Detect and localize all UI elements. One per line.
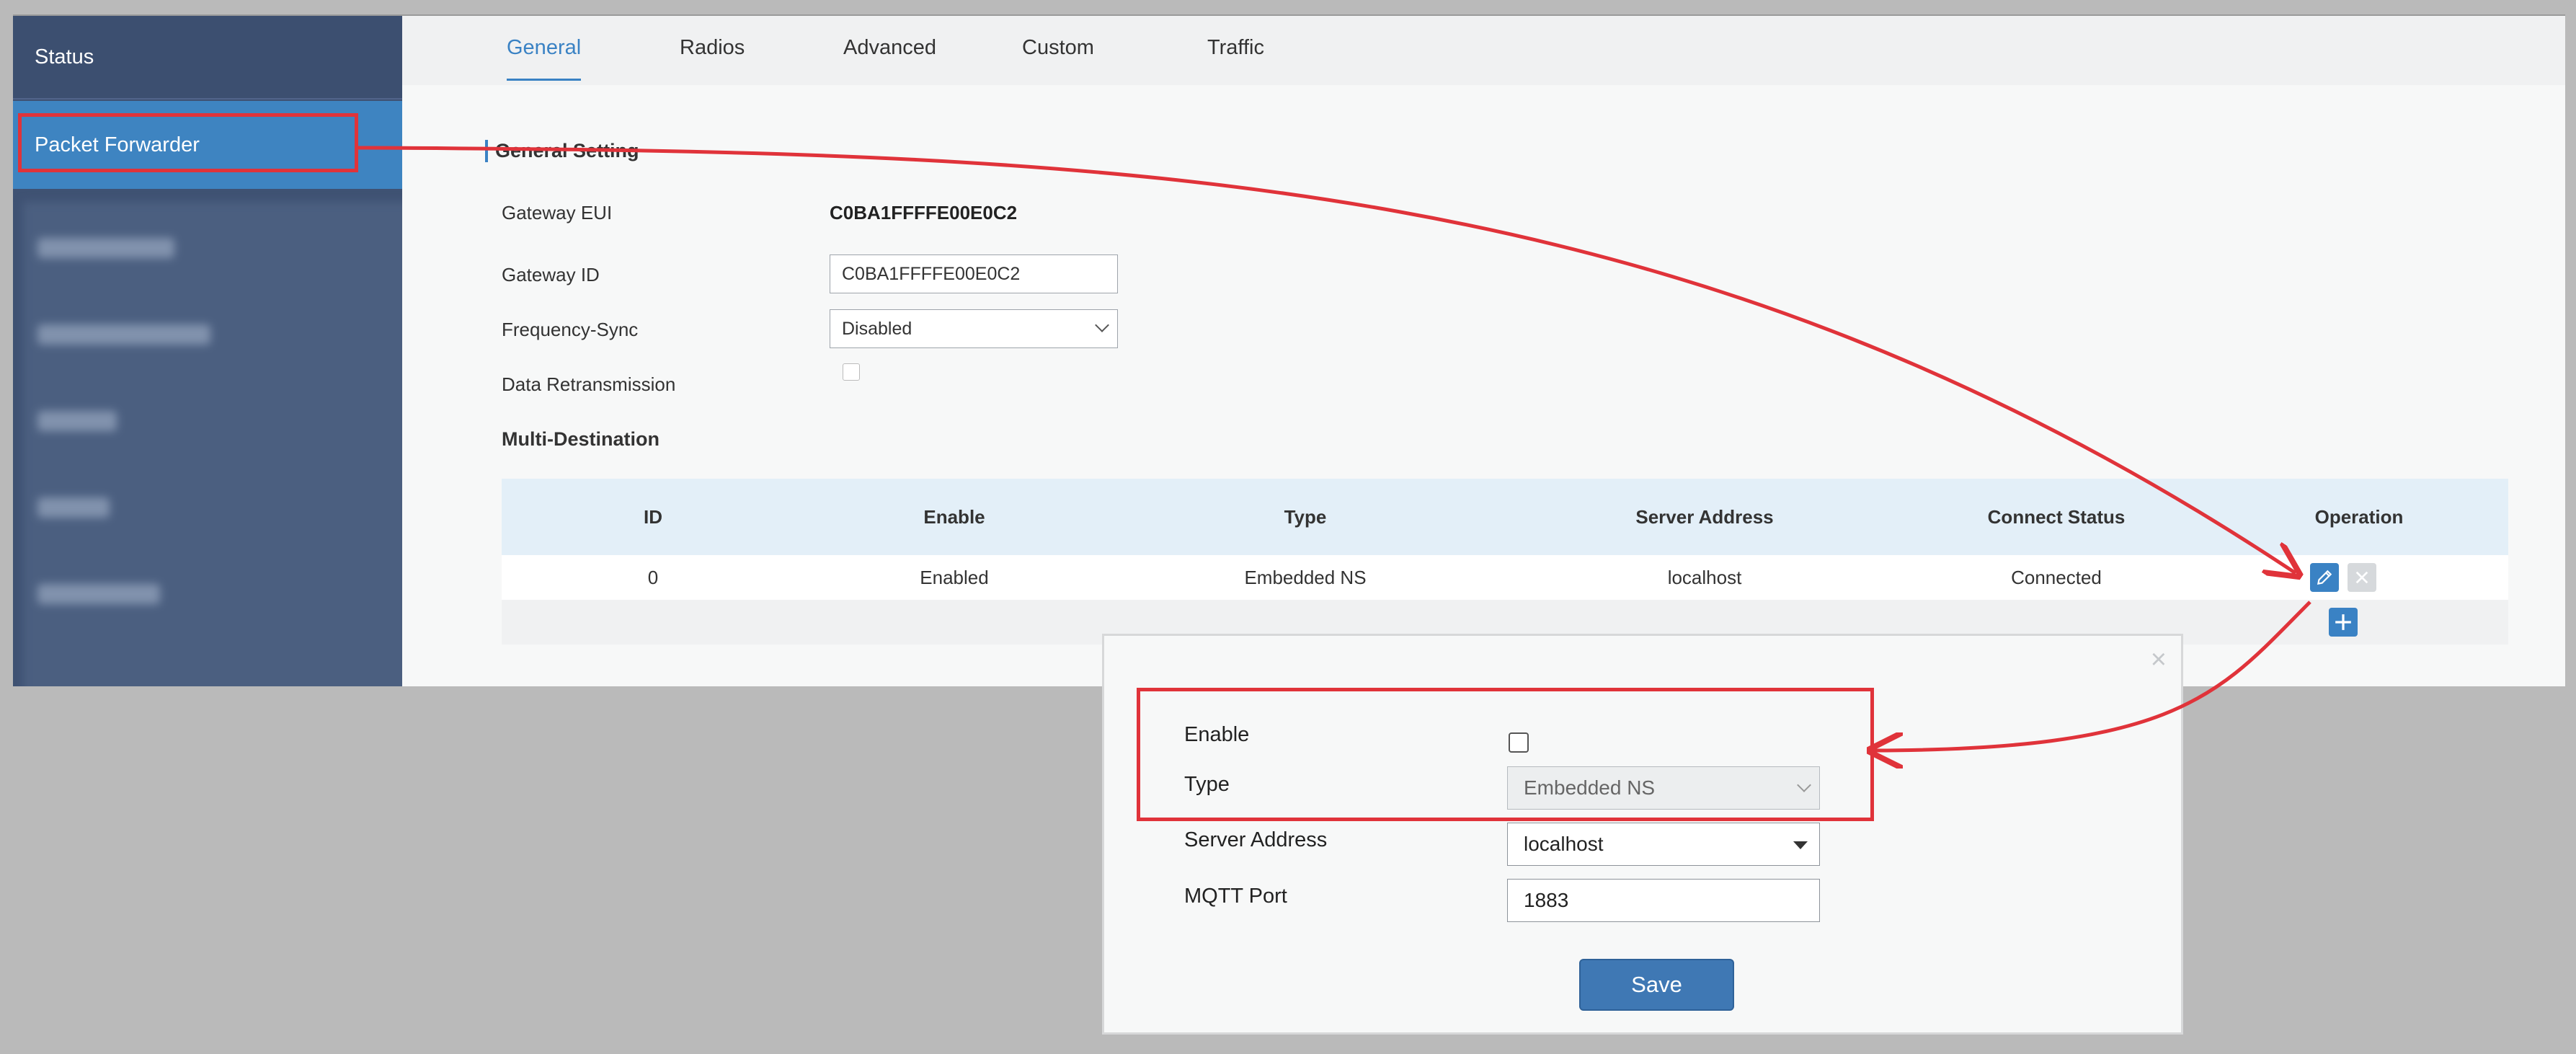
table-header: ID Enable Type Server Address Connect St… bbox=[502, 479, 2508, 555]
column-header-connect-status: Connect Status bbox=[1987, 505, 2126, 528]
highlight-box-packet-forwarder bbox=[18, 113, 358, 172]
app-window: Status Packet Forwarder General Radios A… bbox=[13, 14, 2565, 686]
gateway-eui-value: C0BA1FFFFE00E0C2 bbox=[830, 202, 1018, 223]
blurred-item bbox=[37, 324, 210, 345]
column-header-server-address: Server Address bbox=[1635, 505, 1774, 528]
blurred-item bbox=[37, 497, 110, 518]
data-retransmission-label: Data Retransmission bbox=[502, 373, 676, 395]
edit-button[interactable] bbox=[2310, 563, 2339, 592]
column-header-operation: Operation bbox=[2314, 505, 2404, 528]
data-retransmission-checkbox[interactable] bbox=[843, 363, 860, 381]
frequency-sync-value: Disabled bbox=[842, 318, 912, 339]
close-icon bbox=[2355, 571, 2368, 584]
mqtt-port-input[interactable]: 1883 bbox=[1507, 879, 1820, 922]
caret-down-icon bbox=[1793, 841, 1808, 849]
gateway-eui-label: Gateway EUI bbox=[502, 202, 613, 223]
blurred-item bbox=[37, 411, 117, 431]
multi-destination-title: Multi-Destination bbox=[502, 428, 659, 450]
delete-button[interactable] bbox=[2348, 563, 2376, 592]
tab-bar: General Radios Advanced Custom Traffic bbox=[402, 16, 2565, 85]
column-header-enable: Enable bbox=[923, 505, 985, 528]
mqtt-port-value: 1883 bbox=[1524, 889, 1569, 911]
highlight-box-enable-type bbox=[1137, 688, 1874, 821]
tab-traffic[interactable]: Traffic bbox=[1207, 36, 1264, 79]
save-button[interactable]: Save bbox=[1579, 959, 1734, 1011]
gateway-id-label: Gateway ID bbox=[502, 264, 600, 285]
blurred-item bbox=[37, 584, 160, 604]
tab-advanced[interactable]: Advanced bbox=[843, 36, 936, 79]
destination-table: ID Enable Type Server Address Connect St… bbox=[502, 479, 2508, 645]
cell-server-address: localhost bbox=[1667, 566, 1742, 588]
column-header-type: Type bbox=[1284, 505, 1327, 528]
server-address-value: localhost bbox=[1524, 833, 1604, 855]
gateway-id-value: C0BA1FFFFE00E0C2 bbox=[842, 263, 1021, 284]
column-header-id: ID bbox=[644, 505, 662, 528]
cell-type: Embedded NS bbox=[1244, 566, 1367, 588]
server-address-select[interactable]: localhost bbox=[1507, 823, 1820, 866]
tab-general[interactable]: General bbox=[507, 36, 582, 81]
frequency-sync-label: Frequency-Sync bbox=[502, 319, 639, 340]
close-icon[interactable]: × bbox=[2151, 645, 2167, 676]
cell-connect-status: Connected bbox=[2011, 566, 2102, 588]
tab-custom[interactable]: Custom bbox=[1022, 36, 1094, 79]
table-row: 0 Enabled Embedded NS localhost Connecte… bbox=[502, 555, 2508, 600]
main-content: General Setting Gateway EUI C0BA1FFFFE00… bbox=[402, 85, 2565, 686]
plus-icon bbox=[2335, 614, 2351, 630]
sidebar-item-status[interactable]: Status bbox=[13, 16, 402, 99]
tab-radios[interactable]: Radios bbox=[680, 36, 745, 79]
cell-enable: Enabled bbox=[920, 566, 989, 588]
server-address-label: Server Address bbox=[1184, 828, 1328, 851]
add-destination-button[interactable] bbox=[2329, 608, 2358, 637]
chevron-down-icon bbox=[1095, 318, 1109, 332]
frequency-sync-select[interactable]: Disabled bbox=[830, 309, 1118, 348]
sidebar-item-label: Status bbox=[35, 45, 94, 68]
pencil-icon bbox=[2317, 570, 2332, 585]
sidebar-blurred-items bbox=[23, 202, 412, 686]
gateway-id-input[interactable]: C0BA1FFFFE00E0C2 bbox=[830, 254, 1118, 293]
cell-id: 0 bbox=[647, 566, 659, 588]
general-setting-title: General Setting bbox=[485, 140, 639, 162]
blurred-item bbox=[37, 238, 174, 258]
mqtt-port-label: MQTT Port bbox=[1184, 885, 1287, 908]
